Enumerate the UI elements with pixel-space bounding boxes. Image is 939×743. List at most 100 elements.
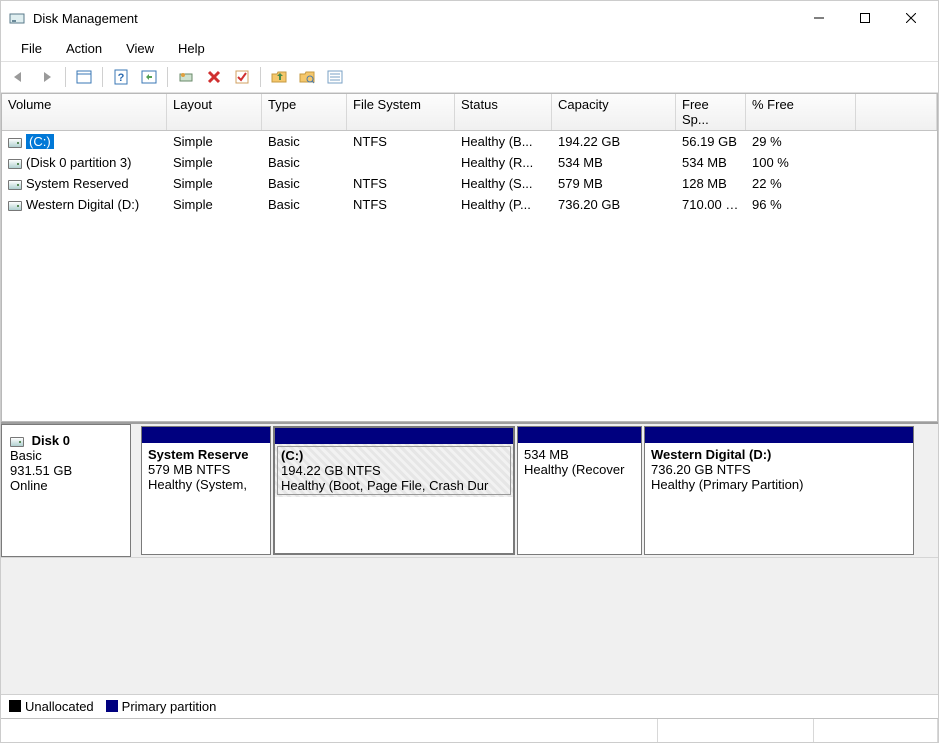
drive-icon (8, 159, 22, 169)
volume-capacity: 579 MB (552, 176, 676, 191)
volume-fs: NTFS (347, 197, 455, 212)
partition[interactable]: System Reserve579 MB NTFSHealthy (System… (141, 426, 271, 555)
disk-graphical-view: Disk 0 Basic 931.51 GB Online System Res… (1, 422, 938, 557)
volume-status: Healthy (R... (455, 155, 552, 170)
column-filesystem[interactable]: File System (347, 94, 455, 130)
column-spacer (856, 94, 937, 130)
partition-name: (C:) (281, 448, 507, 463)
partition-status: Healthy (System, (148, 477, 264, 492)
disk-state: Online (10, 478, 48, 493)
menu-action[interactable]: Action (54, 39, 114, 58)
svg-text:?: ? (118, 72, 125, 84)
toolbar-separator (65, 67, 66, 87)
status-pane-1 (1, 719, 658, 742)
drive-icon (8, 138, 22, 148)
partition-size: 736.20 GB NTFS (651, 462, 907, 477)
column-percent-free[interactable]: % Free (746, 94, 856, 130)
volume-type: Basic (262, 176, 347, 191)
volume-free: 128 MB (676, 176, 746, 191)
refresh-button[interactable] (137, 66, 161, 88)
volume-layout: Simple (167, 155, 262, 170)
menu-file[interactable]: File (9, 39, 54, 58)
partition-size: 534 MB (524, 447, 635, 462)
close-button[interactable] (888, 3, 934, 33)
maximize-button[interactable] (842, 3, 888, 33)
column-type[interactable]: Type (262, 94, 347, 130)
volume-row[interactable]: (Disk 0 partition 3) SimpleBasic Healthy (… (2, 152, 937, 173)
app-icon (9, 10, 25, 26)
menu-bar: File Action View Help (1, 35, 938, 61)
volume-pct-free: 100 % (746, 155, 856, 170)
volume-pct-free: 96 % (746, 197, 856, 212)
legend: Unallocated Primary partition (1, 694, 938, 718)
partition-name: Western Digital (D:) (651, 447, 907, 462)
help-button[interactable]: ? (109, 66, 133, 88)
status-pane-3 (814, 719, 938, 742)
partition-size: 194.22 GB NTFS (281, 463, 507, 478)
legend-primary: Primary partition (106, 699, 217, 714)
volume-status: Healthy (P... (455, 197, 552, 212)
volume-free: 56.19 GB (676, 134, 746, 149)
status-bar (1, 718, 938, 742)
volume-capacity: 534 MB (552, 155, 676, 170)
partition[interactable]: Western Digital (D:)736.20 GB NTFSHealth… (644, 426, 914, 555)
status-pane-2 (658, 719, 814, 742)
volume-row[interactable]: Western Digital (D:)SimpleBasicNTFSHealt… (2, 194, 937, 215)
volume-fs: NTFS (347, 134, 455, 149)
volume-list-header[interactable]: Volume Layout Type File System Status Ca… (2, 94, 937, 131)
column-capacity[interactable]: Capacity (552, 94, 676, 130)
volume-free: 710.00 GB (676, 197, 746, 212)
volume-layout: Simple (167, 134, 262, 149)
toolbar: ? (1, 61, 938, 93)
minimize-button[interactable] (796, 3, 842, 33)
column-free-space[interactable]: Free Sp... (676, 94, 746, 130)
volume-row[interactable]: (C:)SimpleBasicNTFSHealthy (B...194.22 G… (2, 131, 937, 152)
partition[interactable]: (C:)194.22 GB NTFSHealthy (Boot, Page Fi… (273, 426, 515, 555)
settings-button[interactable] (174, 66, 198, 88)
volume-name: (Disk 0 partition 3) (26, 155, 131, 170)
partition-name: System Reserve (148, 447, 264, 462)
delete-button[interactable] (202, 66, 226, 88)
menu-view[interactable]: View (114, 39, 166, 58)
volume-status: Healthy (S... (455, 176, 552, 191)
volume-pct-free: 29 % (746, 134, 856, 149)
partition-bar (518, 427, 641, 443)
column-volume[interactable]: Volume (2, 94, 167, 130)
disk-header[interactable]: Disk 0 Basic 931.51 GB Online (1, 424, 131, 557)
volume-status: Healthy (B... (455, 134, 552, 149)
partition-bar (142, 427, 270, 443)
empty-pane (1, 557, 938, 694)
partition-bar (275, 428, 513, 444)
menu-help[interactable]: Help (166, 39, 217, 58)
column-status[interactable]: Status (455, 94, 552, 130)
volume-pct-free: 22 % (746, 176, 856, 191)
back-button[interactable] (7, 66, 31, 88)
partition[interactable]: 534 MBHealthy (Recover (517, 426, 642, 555)
legend-unallocated: Unallocated (9, 699, 94, 714)
forward-button[interactable] (35, 66, 59, 88)
folder-search-button[interactable] (295, 66, 319, 88)
partition-status: Healthy (Recover (524, 462, 635, 477)
check-button[interactable] (230, 66, 254, 88)
folder-up-button[interactable] (267, 66, 291, 88)
window-controls (796, 3, 934, 33)
volume-type: Basic (262, 155, 347, 170)
title-bar: Disk Management (1, 1, 938, 35)
partition-status: Healthy (Primary Partition) (651, 477, 907, 492)
volume-free: 534 MB (676, 155, 746, 170)
volume-list[interactable]: Volume Layout Type File System Status Ca… (1, 93, 938, 422)
volume-name: Western Digital (D:) (26, 197, 139, 212)
volume-row[interactable]: System ReservedSimpleBasicNTFSHealthy (S… (2, 173, 937, 194)
volume-capacity: 736.20 GB (552, 197, 676, 212)
partition-status: Healthy (Boot, Page File, Crash Dur (281, 478, 507, 493)
toolbar-separator (167, 67, 168, 87)
toolbar-separator (102, 67, 103, 87)
column-layout[interactable]: Layout (167, 94, 262, 130)
drive-icon (8, 201, 22, 211)
primary-swatch (106, 700, 118, 712)
show-hide-console-button[interactable] (72, 66, 96, 88)
list-button[interactable] (323, 66, 347, 88)
disk-label: Disk 0 (32, 433, 70, 448)
volume-capacity: 194.22 GB (552, 134, 676, 149)
disk-type: Basic (10, 448, 42, 463)
